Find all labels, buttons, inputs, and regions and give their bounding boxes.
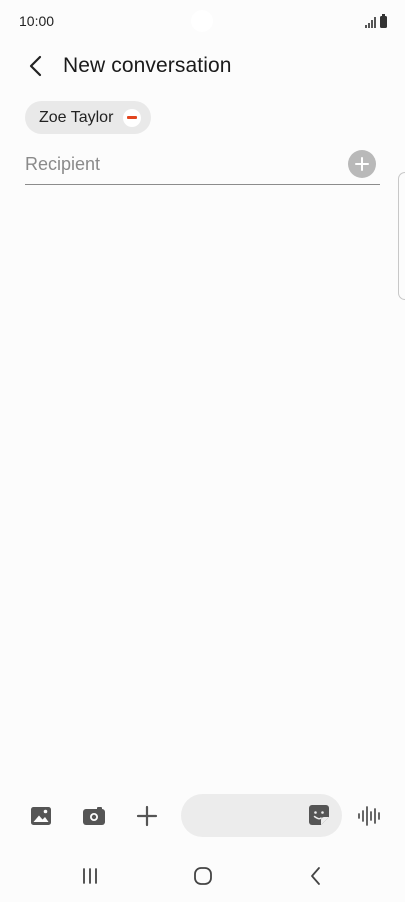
home-button[interactable] <box>188 862 218 890</box>
edge-panel-handle[interactable] <box>398 172 405 300</box>
status-bar: 10:00 <box>0 0 405 44</box>
message-composer <box>0 793 405 839</box>
message-input[interactable] <box>197 804 307 826</box>
gallery-icon <box>31 807 51 825</box>
app-header: New conversation <box>0 44 405 88</box>
camera-icon <box>83 807 105 825</box>
recipient-chip[interactable]: Zoe Taylor <box>25 101 152 134</box>
back-button[interactable] <box>20 52 52 80</box>
add-recipient-button[interactable] <box>348 150 376 178</box>
camera-cutout <box>191 10 213 32</box>
page-title: New conversation <box>63 54 232 77</box>
navigation-bar <box>0 852 405 900</box>
recipient-input[interactable] <box>25 152 335 176</box>
chevron-left-icon <box>29 55 42 77</box>
voice-button[interactable] <box>355 801 385 831</box>
gallery-button[interactable] <box>26 801 56 831</box>
recents-button[interactable] <box>75 862 105 890</box>
plus-icon <box>136 805 158 827</box>
sticker-icon[interactable] <box>308 804 330 826</box>
recipient-field <box>25 146 380 185</box>
camera-button[interactable] <box>79 801 109 831</box>
battery-icon <box>380 14 387 28</box>
attach-button[interactable] <box>132 801 162 831</box>
status-time: 10:00 <box>19 13 55 29</box>
voice-waveform-icon <box>358 806 380 826</box>
signal-icon <box>365 17 376 28</box>
recipient-chip-label: Zoe Taylor <box>39 108 114 126</box>
home-icon <box>194 867 212 885</box>
status-icons <box>365 14 387 28</box>
minus-circle-icon[interactable] <box>123 108 142 127</box>
nav-back-button[interactable] <box>301 862 331 890</box>
recents-icon <box>83 868 97 884</box>
back-icon <box>311 867 320 885</box>
message-field <box>181 794 342 837</box>
